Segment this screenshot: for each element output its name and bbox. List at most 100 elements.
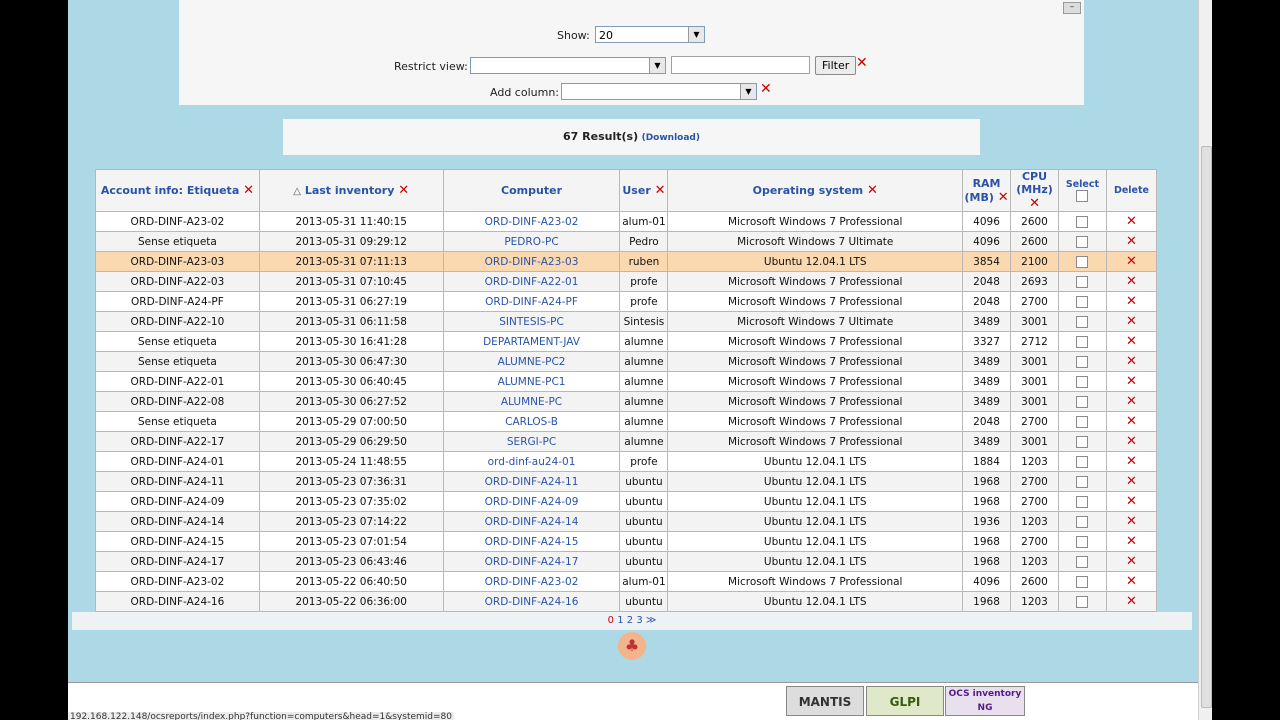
table-row[interactable]: Sense etiqueta 2013-05-29 07:00:50 CARLOS-… — [95, 411, 1158, 432]
scrollbar-thumb[interactable] — [1201, 146, 1212, 708]
restrict-view-select[interactable]: ▼ — [470, 57, 666, 74]
cell-computer[interactable]: SERGI-PC — [442, 431, 621, 452]
row-select-checkbox[interactable] — [1076, 315, 1089, 328]
delete-row-icon[interactable]: ✕ — [1126, 334, 1137, 349]
ocs-logo[interactable]: OCS inventory NG — [945, 686, 1025, 716]
row-select-checkbox[interactable] — [1076, 415, 1089, 428]
cell-computer[interactable]: PEDRO-PC — [442, 231, 621, 252]
cell-computer[interactable]: ORD-DINF-A23-02 — [442, 211, 621, 232]
filter-button[interactable]: Filter — [815, 56, 857, 75]
show-select[interactable]: 20 ▼ — [595, 26, 705, 43]
add-column-select[interactable]: ▼ — [561, 83, 757, 100]
cell-computer[interactable]: ORD-DINF-A24-14 — [442, 511, 621, 532]
row-select-checkbox[interactable] — [1076, 235, 1089, 248]
table-row[interactable]: ORD-DINF-A24-01 2013-05-24 11:48:55 ord-di… — [95, 451, 1158, 472]
table-row[interactable]: ORD-DINF-A24-17 2013-05-23 06:43:46 ORD-DI… — [95, 551, 1158, 572]
delete-row-icon[interactable]: ✕ — [1126, 214, 1137, 229]
vertical-scrollbar[interactable] — [1198, 0, 1213, 720]
table-row[interactable]: ORD-DINF-A23-02 2013-05-31 11:40:15 ORD-DI… — [95, 211, 1158, 232]
row-select-checkbox[interactable] — [1076, 215, 1089, 228]
delete-row-icon[interactable]: ✕ — [1126, 274, 1137, 289]
cell-computer[interactable]: ORD-DINF-A24-09 — [442, 491, 621, 512]
collapse-panel-button[interactable]: – — [1063, 2, 1081, 14]
column-header-user[interactable]: User ✕ — [619, 169, 669, 212]
row-select-checkbox[interactable] — [1076, 515, 1089, 528]
row-select-checkbox[interactable] — [1076, 355, 1089, 368]
page-link-1[interactable]: 1 — [617, 615, 623, 626]
row-select-checkbox[interactable] — [1076, 275, 1089, 288]
table-row[interactable]: ORD-DINF-A24-PF 2013-05-31 06:27:19 ORD-DI… — [95, 291, 1158, 312]
cell-computer[interactable]: CARLOS-B — [442, 411, 621, 432]
table-row[interactable]: ORD-DINF-A23-03 2013-05-31 07:11:13 ORD-DI… — [95, 251, 1158, 272]
page-link-2[interactable]: 2 — [627, 615, 633, 626]
delete-row-icon[interactable]: ✕ — [1126, 534, 1137, 549]
table-row[interactable]: ORD-DINF-A24-09 2013-05-23 07:35:02 ORD-DI… — [95, 491, 1158, 512]
cell-computer[interactable]: ORD-DINF-A24-17 — [442, 551, 621, 572]
cell-computer[interactable]: ALUMNE-PC1 — [442, 371, 621, 392]
delete-row-icon[interactable]: ✕ — [1126, 594, 1137, 609]
delete-row-icon[interactable]: ✕ — [1126, 514, 1137, 529]
table-row[interactable]: ORD-DINF-A22-17 2013-05-29 06:29:50 SERGI-… — [95, 431, 1158, 452]
row-select-checkbox[interactable] — [1076, 455, 1089, 468]
delete-row-icon[interactable]: ✕ — [1126, 254, 1137, 269]
row-select-checkbox[interactable] — [1076, 575, 1089, 588]
remove-column-icon[interactable]: ✕ — [655, 183, 666, 198]
delete-row-icon[interactable]: ✕ — [1126, 394, 1137, 409]
table-row[interactable]: Sense etiqueta 2013-05-31 09:29:12 PEDRO-P… — [95, 231, 1158, 252]
column-header-account[interactable]: Account info: Etiqueta ✕ — [95, 169, 260, 212]
page-link-3[interactable]: 3 — [636, 615, 642, 626]
delete-row-icon[interactable]: ✕ — [1126, 494, 1137, 509]
next-pages-icon[interactable]: ≫ — [646, 615, 656, 626]
cell-computer[interactable]: ORD-DINF-A24-15 — [442, 531, 621, 552]
cell-computer[interactable]: ORD-DINF-A23-03 — [442, 251, 621, 272]
restrict-view-text-input[interactable] — [671, 56, 810, 74]
table-row[interactable]: ORD-DINF-A24-15 2013-05-23 07:01:54 ORD-DI… — [95, 531, 1158, 552]
glpi-logo[interactable]: GLPI — [866, 686, 944, 716]
delete-row-icon[interactable]: ✕ — [1126, 454, 1137, 469]
table-row[interactable]: ORD-DINF-A22-08 2013-05-30 06:27:52 ALUMNE… — [95, 391, 1158, 412]
clear-column-icon[interactable]: ✕ — [760, 82, 772, 96]
cell-computer[interactable]: ALUMNE-PC2 — [442, 351, 621, 372]
remove-column-icon[interactable]: ✕ — [867, 183, 878, 198]
delete-row-icon[interactable]: ✕ — [1126, 574, 1137, 589]
select-all-checkbox[interactable] — [1076, 190, 1089, 202]
cell-computer[interactable]: DEPARTAMENT-JAV — [442, 331, 621, 352]
row-select-checkbox[interactable] — [1076, 335, 1089, 348]
cell-computer[interactable]: ALUMNE-PC — [442, 391, 621, 412]
table-row[interactable]: ORD-DINF-A24-14 2013-05-23 07:14:22 ORD-DI… — [95, 511, 1158, 532]
table-row[interactable]: Sense etiqueta 2013-05-30 16:41:28 DEPARTA… — [95, 331, 1158, 352]
clear-filter-icon[interactable]: ✕ — [856, 56, 868, 70]
cell-computer[interactable]: ord-dinf-au24-01 — [442, 451, 621, 472]
row-select-checkbox[interactable] — [1076, 595, 1089, 608]
delete-row-icon[interactable]: ✕ — [1126, 434, 1137, 449]
row-select-checkbox[interactable] — [1076, 395, 1089, 408]
delete-row-icon[interactable]: ✕ — [1126, 294, 1137, 309]
table-row[interactable]: ORD-DINF-A24-11 2013-05-23 07:36:31 ORD-DI… — [95, 471, 1158, 492]
download-link[interactable]: (Download) — [642, 133, 700, 143]
table-row[interactable]: Sense etiqueta 2013-05-30 06:47:30 ALUMNE-… — [95, 351, 1158, 372]
delete-row-icon[interactable]: ✕ — [1126, 234, 1137, 249]
cell-computer[interactable]: SINTESIS-PC — [442, 311, 621, 332]
row-select-checkbox[interactable] — [1076, 555, 1089, 568]
cell-computer[interactable]: ORD-DINF-A24-16 — [442, 591, 621, 612]
delete-row-icon[interactable]: ✕ — [1126, 314, 1137, 329]
row-select-checkbox[interactable] — [1076, 255, 1089, 268]
mantis-logo[interactable]: MANTIS — [786, 686, 864, 716]
row-select-checkbox[interactable] — [1076, 435, 1089, 448]
table-row[interactable]: ORD-DINF-A22-10 2013-05-31 06:11:58 SINTES… — [95, 311, 1158, 332]
row-select-checkbox[interactable] — [1076, 535, 1089, 548]
column-header-os[interactable]: Operating system ✕ — [667, 169, 964, 212]
column-header-last-inventory[interactable]: △ Last inventory ✕ — [258, 169, 444, 212]
cell-computer[interactable]: ORD-DINF-A24-PF — [442, 291, 621, 312]
remove-column-icon[interactable]: ✕ — [398, 183, 409, 198]
table-row[interactable]: ORD-DINF-A22-01 2013-05-30 06:40:45 ALUMNE… — [95, 371, 1158, 392]
cell-computer[interactable]: ORD-DINF-A22-01 — [442, 271, 621, 292]
column-header-ram[interactable]: RAM (MB) ✕ — [962, 169, 1012, 212]
table-row[interactable]: ORD-DINF-A23-02 2013-05-22 06:40:50 ORD-DI… — [95, 571, 1158, 592]
remove-column-icon[interactable]: ✕ — [1029, 196, 1040, 211]
row-select-checkbox[interactable] — [1076, 295, 1089, 308]
delete-row-icon[interactable]: ✕ — [1126, 354, 1137, 369]
delete-row-icon[interactable]: ✕ — [1126, 374, 1137, 389]
column-header-computer[interactable]: Computer — [442, 169, 621, 212]
cell-computer[interactable]: ORD-DINF-A24-11 — [442, 471, 621, 492]
